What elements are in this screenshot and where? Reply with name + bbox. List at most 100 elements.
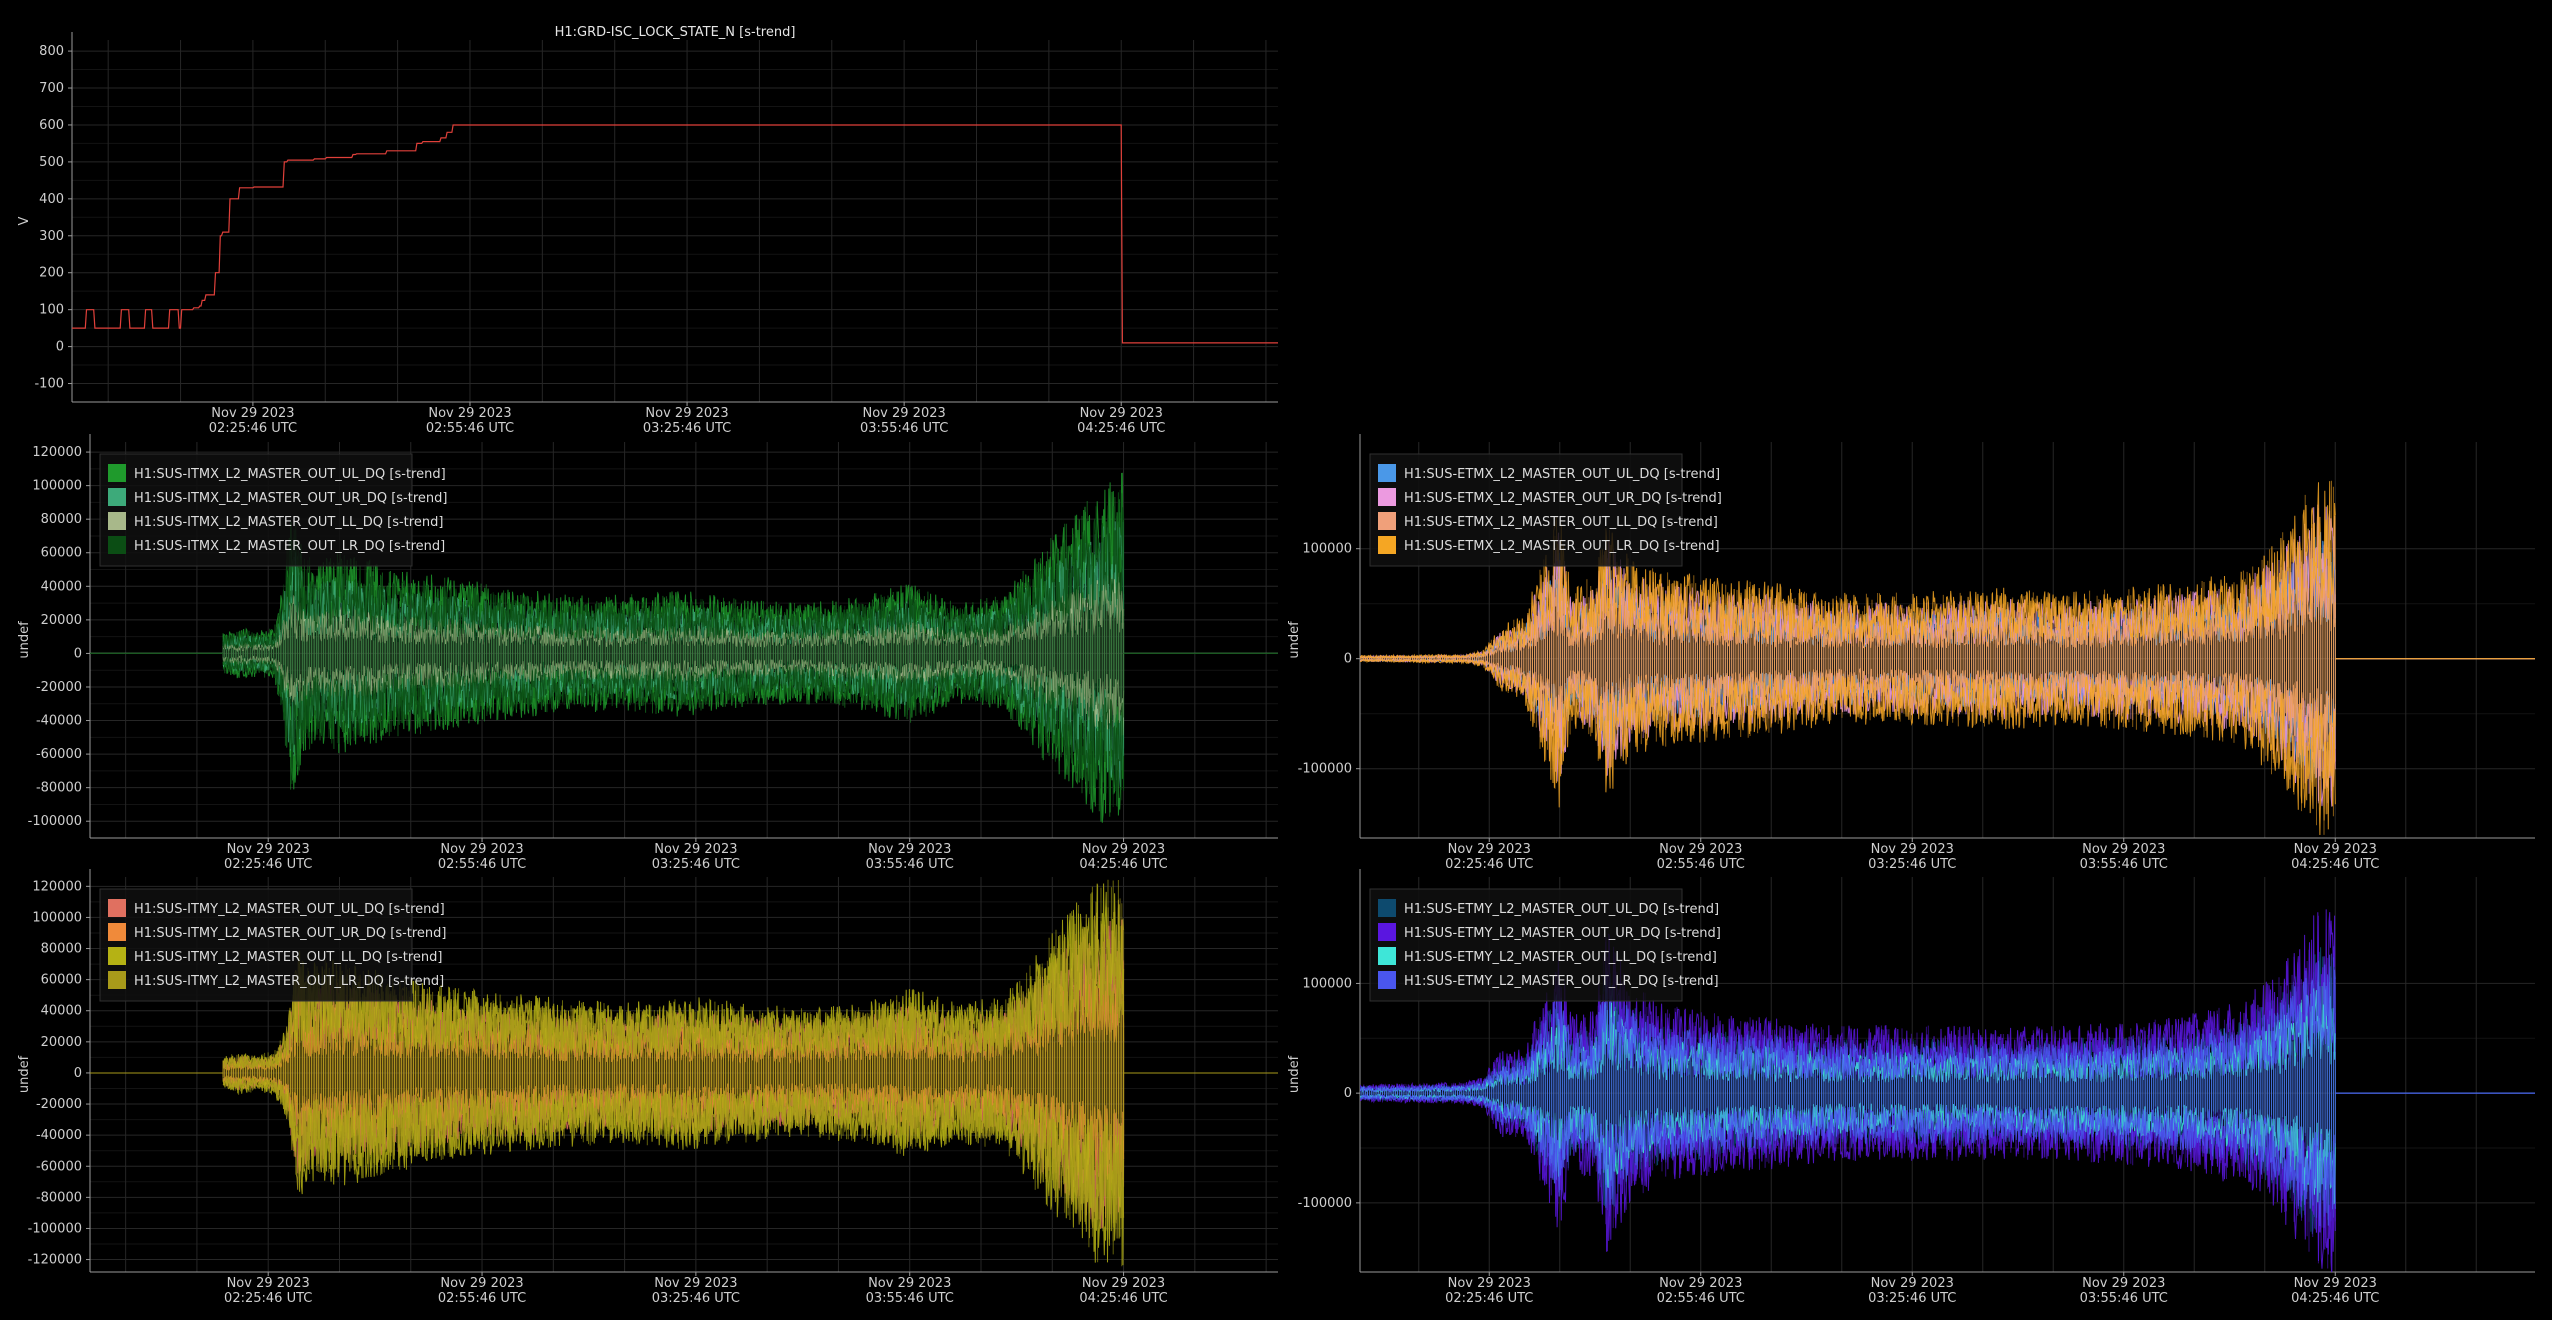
x-tick-label-time: 03:25:46 UTC (652, 857, 740, 872)
x-tick-label-time: 02:55:46 UTC (438, 1291, 526, 1306)
legend-label: H1:SUS-ITMX_L2_MASTER_OUT_UL_DQ [s-trend… (134, 467, 446, 482)
x-tick-label-date: Nov 29 2023 (868, 842, 951, 857)
x-tick-label-time: 04:25:46 UTC (1077, 421, 1165, 436)
x-tick-label-date: Nov 29 2023 (654, 842, 737, 857)
legend-label: H1:SUS-ETMY_L2_MASTER_OUT_LL_DQ [s-trend… (1404, 950, 1717, 965)
y-tick-label: -60000 (36, 1159, 82, 1174)
y-tick-label: 300 (39, 229, 64, 244)
x-tick-label-time: 02:25:46 UTC (224, 1291, 312, 1306)
y-tick-label: 100 (39, 303, 64, 318)
y-axis-label: V (17, 216, 32, 225)
legend-swatch (108, 512, 126, 530)
x-tick-label-time: 03:55:46 UTC (866, 857, 954, 872)
y-tick-label: 120000 (32, 879, 82, 894)
legend-swatch (1378, 536, 1396, 554)
y-tick-label: 80000 (41, 942, 82, 957)
x-tick-label-time: 02:25:46 UTC (224, 857, 312, 872)
x-tick-label-time: 04:25:46 UTC (2291, 1291, 2379, 1306)
legend-swatch (108, 488, 126, 506)
x-tick-label-date: Nov 29 2023 (211, 406, 294, 421)
legend-swatch (108, 947, 126, 965)
x-tick-label-time: 04:25:46 UTC (1079, 857, 1167, 872)
legend-swatch (1378, 488, 1396, 506)
y-tick-label: 700 (39, 81, 64, 96)
x-tick-label-time: 03:25:46 UTC (643, 421, 731, 436)
y-tick-label: 800 (39, 44, 64, 59)
legend-label: H1:SUS-ETMX_L2_MASTER_OUT_LR_DQ [s-trend… (1404, 539, 1720, 554)
x-tick-label-date: Nov 29 2023 (1871, 842, 1954, 857)
x-tick-label-date: Nov 29 2023 (2082, 1276, 2165, 1291)
panel-etmx: -1000000100000Nov 29 202302:25:46 UTCNov… (1287, 434, 2535, 872)
y-tick-label: 100000 (1302, 976, 1352, 991)
y-tick-label: 60000 (41, 546, 82, 561)
legend-label: H1:SUS-ITMY_L2_MASTER_OUT_UL_DQ [s-trend… (134, 902, 445, 917)
y-tick-label: -100000 (28, 1221, 82, 1236)
y-axis-label: undef (1287, 621, 1302, 659)
x-tick-label-time: 03:55:46 UTC (2080, 1291, 2168, 1306)
x-tick-label-date: Nov 29 2023 (654, 1276, 737, 1291)
legend-label: H1:SUS-ITMY_L2_MASTER_OUT_UR_DQ [s-trend… (134, 926, 447, 941)
x-tick-label-time: 02:55:46 UTC (426, 421, 514, 436)
chart-canvas: -100 0 100 200 300 400 500 600 700 800 Nov 29 2023… (17, 25, 2535, 1306)
legend: H1:SUS-ITMX_L2_MASTER_OUT_UL_DQ [s-trend… (99, 453, 447, 567)
y-tick-label: 0 (74, 1066, 82, 1081)
panel-etmy: -1000000100000Nov 29 202302:25:46 UTCNov… (1287, 869, 2535, 1306)
x-tick-label-time: 04:25:46 UTC (1079, 1291, 1167, 1306)
x-tick-label-date: Nov 29 2023 (1082, 842, 1165, 857)
x-tick-label-date: Nov 29 2023 (1080, 406, 1163, 421)
legend-label: H1:SUS-ETMY_L2_MASTER_OUT_LR_DQ [s-trend… (1404, 974, 1719, 989)
y-tick-label: 100000 (1302, 542, 1352, 557)
x-tick-label-date: Nov 29 2023 (1659, 842, 1742, 857)
x-tick-label-date: Nov 29 2023 (1082, 1276, 1165, 1291)
legend-swatch (108, 923, 126, 941)
x-tick-label-date: Nov 29 2023 (863, 406, 946, 421)
y-tick-label: 600 (39, 118, 64, 133)
y-axis-label: undef (17, 1055, 32, 1093)
y-tick-label: 0 (1344, 652, 1352, 667)
panel-itmy: -120000-100000-80000-60000-40000-2000002… (17, 869, 1278, 1306)
x-tick-label-time: 02:55:46 UTC (438, 857, 526, 872)
y-tick-label: 0 (1344, 1086, 1352, 1101)
x-tick-label-date: Nov 29 2023 (645, 406, 728, 421)
x-tick-label-date: Nov 29 2023 (428, 406, 511, 421)
y-tick-label: 60000 (41, 973, 82, 988)
y-tick-label: 20000 (41, 613, 82, 628)
x-tick-label-time: 02:25:46 UTC (1445, 857, 1533, 872)
x-tick-label-date: Nov 29 2023 (1448, 842, 1531, 857)
x-tick-label-date: Nov 29 2023 (868, 1276, 951, 1291)
legend-label: H1:SUS-ITMX_L2_MASTER_OUT_LR_DQ [s-trend… (134, 539, 445, 554)
legend: H1:SUS-ETMX_L2_MASTER_OUT_UL_DQ [s-trend… (1369, 453, 1722, 567)
x-tick-label-date: Nov 29 2023 (2082, 842, 2165, 857)
legend-label: H1:SUS-ETMX_L2_MASTER_OUT_UL_DQ [s-trend… (1404, 467, 1720, 482)
legend-label: H1:SUS-ETMX_L2_MASTER_OUT_UR_DQ [s-trend… (1404, 491, 1722, 506)
panel-lock: -100 0 100 200 300 400 500 600 700 800 Nov 29 2023… (17, 25, 1278, 436)
y-tick-label: -60000 (36, 747, 82, 762)
x-tick-label-time: 02:25:46 UTC (209, 421, 297, 436)
legend-swatch (108, 464, 126, 482)
legend-swatch (108, 971, 126, 989)
legend-swatch (1378, 512, 1396, 530)
legend-swatch (1378, 923, 1396, 941)
y-tick-label: 400 (39, 192, 64, 207)
legend-swatch (1378, 971, 1396, 989)
y-tick-label: 0 (56, 340, 64, 355)
y-tick-label: 500 (39, 155, 64, 170)
legend-label: H1:SUS-ITMX_L2_MASTER_OUT_UR_DQ [s-trend… (134, 491, 447, 506)
y-tick-label: 100000 (32, 479, 82, 494)
x-tick-label-time: 02:25:46 UTC (1445, 1291, 1533, 1306)
y-tick-label: 80000 (41, 512, 82, 527)
y-axis-label: undef (17, 621, 32, 659)
x-tick-label-date: Nov 29 2023 (440, 842, 523, 857)
x-tick-label-time: 02:55:46 UTC (1657, 857, 1745, 872)
x-tick-label-time: 03:55:46 UTC (866, 1291, 954, 1306)
y-tick-label: -20000 (36, 680, 82, 695)
legend-swatch (108, 536, 126, 554)
y-tick-label: -100 (34, 377, 64, 392)
x-tick-label-time: 03:55:46 UTC (2080, 857, 2168, 872)
legend-swatch (1378, 947, 1396, 965)
y-tick-label: -20000 (36, 1097, 82, 1112)
y-tick-label: -100000 (1298, 762, 1352, 777)
x-tick-label-date: Nov 29 2023 (440, 1276, 523, 1291)
legend-label: H1:SUS-ETMY_L2_MASTER_OUT_UL_DQ [s-trend… (1404, 902, 1719, 917)
y-tick-label: 20000 (41, 1035, 82, 1050)
